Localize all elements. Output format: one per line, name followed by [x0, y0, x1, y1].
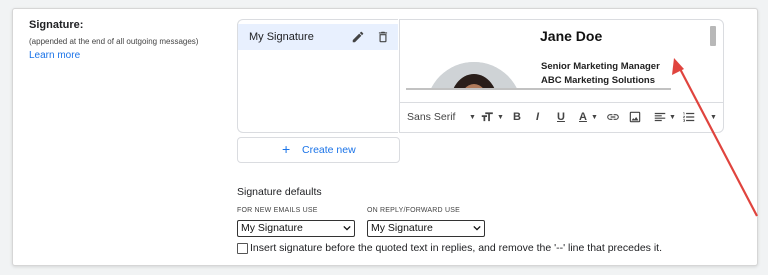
signature-section-note: (appended at the end of all outgoing mes… — [29, 37, 199, 46]
font-family-select[interactable]: Sans Serif — [407, 111, 455, 123]
signature-editor[interactable]: Jane Doe Senior Marketing Manager ABC Ma… — [399, 19, 724, 133]
signature-defaults-title: Signature defaults — [237, 186, 322, 198]
chevron-down-icon — [343, 225, 351, 231]
signature-role: Senior Marketing Manager — [541, 61, 660, 72]
signature-company: ABC Marketing Solutions — [541, 75, 656, 86]
signature-list-item[interactable]: My Signature — [238, 24, 398, 50]
signature-item-label: My Signature — [249, 31, 314, 43]
reply-forward-label: ON REPLY/FORWARD USE — [367, 207, 460, 214]
create-new-button[interactable]: + Create new — [237, 137, 400, 163]
new-emails-select-value: My Signature — [241, 222, 303, 234]
align-icon[interactable] — [653, 110, 667, 124]
link-icon[interactable] — [606, 110, 620, 124]
image-icon[interactable] — [628, 110, 642, 124]
signature-settings-panel: Signature: (appended at the end of all o… — [12, 8, 758, 266]
reply-forward-select-value: My Signature — [371, 222, 433, 234]
new-emails-label: FOR NEW EMAILS USE — [237, 207, 318, 214]
insert-before-quoted-checkbox[interactable] — [237, 243, 248, 254]
vertical-scrollbar[interactable] — [710, 26, 716, 46]
trash-icon[interactable] — [376, 30, 390, 44]
chevron-down-icon — [473, 225, 481, 231]
italic-button[interactable]: I — [536, 111, 539, 123]
caret-down-icon: ▼ — [710, 114, 717, 121]
signature-name: Jane Doe — [540, 28, 603, 44]
caret-down-icon: ▼ — [591, 114, 598, 121]
caret-down-icon: ▼ — [497, 114, 504, 121]
reply-forward-select[interactable]: My Signature — [367, 220, 485, 237]
caret-down-icon: ▼ — [669, 114, 676, 121]
formatting-toolbar: Sans Serif ▼ ▼ B I U A ▼ ▼ ▼ — [400, 102, 723, 132]
new-emails-select[interactable]: My Signature — [237, 220, 355, 237]
caret-down-icon: ▼ — [469, 114, 476, 121]
underline-button[interactable]: U — [557, 111, 565, 123]
text-color-button[interactable]: A — [579, 111, 587, 123]
text-size-icon[interactable] — [480, 110, 494, 124]
bold-button[interactable]: B — [513, 111, 521, 123]
avatar — [426, 62, 522, 90]
pencil-icon[interactable] — [351, 30, 365, 44]
insert-before-quoted-label: Insert signature before the quoted text … — [250, 242, 662, 254]
signature-list: My Signature — [237, 19, 398, 133]
signature-preview[interactable]: Jane Doe Senior Marketing Manager ABC Ma… — [400, 20, 723, 90]
plus-icon: + — [282, 141, 291, 157]
create-new-label: Create new — [302, 144, 356, 156]
learn-more-link[interactable]: Learn more — [29, 50, 80, 61]
numbered-list-icon[interactable] — [682, 110, 696, 124]
signature-section-title: Signature: — [29, 19, 84, 31]
horizontal-scrollbar[interactable] — [406, 88, 671, 90]
